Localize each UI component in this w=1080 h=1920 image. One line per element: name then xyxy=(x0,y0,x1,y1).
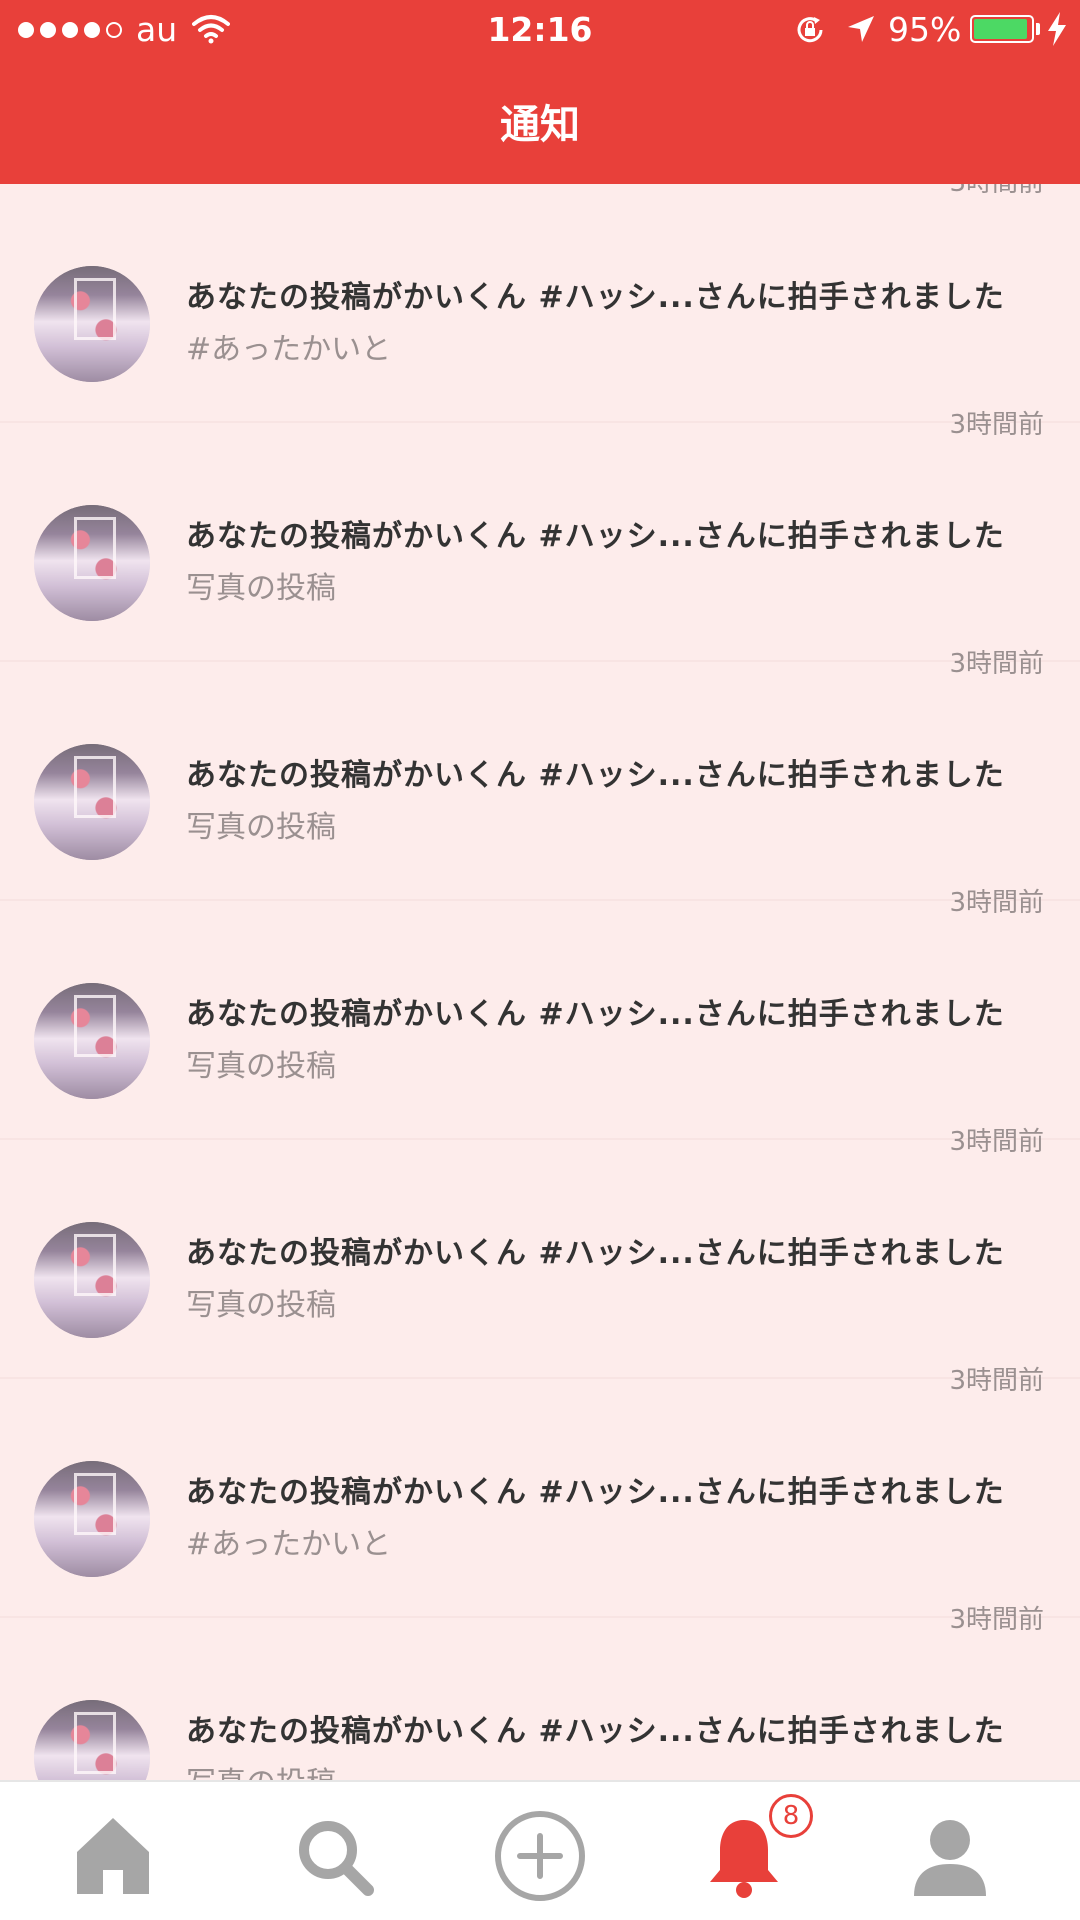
avatar[interactable] xyxy=(34,505,150,621)
avatar[interactable] xyxy=(34,1461,150,1577)
battery-icon xyxy=(970,15,1034,43)
avatar[interactable] xyxy=(34,1700,150,1780)
battery-cap xyxy=(1036,23,1040,35)
notification-subtitle: #あったかいと xyxy=(186,1527,392,1562)
status-bar: au 12:16 95% xyxy=(0,0,1080,60)
tab-home[interactable] xyxy=(63,1806,163,1906)
battery-percent: 95% xyxy=(888,10,962,49)
header-bar: au 12:16 95% 通知 xyxy=(0,0,1080,184)
notification-item[interactable]: あなたの投稿がかいくん #ハッシ...さんに拍手されました 写真の投稿 3時間前 xyxy=(0,1140,1080,1396)
notification-subtitle: 写真の投稿 xyxy=(186,1288,336,1323)
tab-post[interactable] xyxy=(490,1806,590,1906)
charging-bolt-icon xyxy=(1048,12,1066,46)
notification-item[interactable]: あなたの投稿がかいくん #ハッシ...さんに拍手されました 写真の投稿 3時間前 xyxy=(0,662,1080,918)
location-arrow-icon xyxy=(848,16,874,42)
search-icon xyxy=(299,1821,374,1896)
notification-item[interactable]: あなたの投稿がかいくん #ハッシ...さんに拍手されました #あったかいと 3時… xyxy=(0,184,1080,440)
notification-title: あなたの投稿がかいくん #ハッシ...さんに拍手されました xyxy=(186,758,1005,793)
notifications-screen: au 12:16 95% 通知 あなたの投稿がかいくん #ハッシ...さんに拍手… xyxy=(0,0,1080,1920)
notification-title: あなたの投稿がかいくん #ハッシ...さんに拍手されました xyxy=(186,280,1005,315)
avatar[interactable] xyxy=(34,744,150,860)
plus-circle-icon xyxy=(495,1811,585,1901)
notification-title: あなたの投稿がかいくん #ハッシ...さんに拍手されました xyxy=(186,1714,1005,1749)
notification-item[interactable]: あなたの投稿がかいくん #ハッシ...さんに拍手されました #あったかいと 3時… xyxy=(0,1379,1080,1635)
notification-title: あなたの投稿がかいくん #ハッシ...さんに拍手されました xyxy=(186,1475,1005,1510)
notification-title: あなたの投稿がかいくん #ハッシ...さんに拍手されました xyxy=(186,1236,1005,1271)
notification-subtitle: #あったかいと xyxy=(186,332,392,367)
notification-subtitle: 写真の投稿 xyxy=(186,810,336,845)
notification-title: あなたの投稿がかいくん #ハッシ...さんに拍手されました xyxy=(186,997,1005,1032)
notification-title: あなたの投稿がかいくん #ハッシ...さんに拍手されました xyxy=(186,519,1005,554)
page-title: 通知 xyxy=(500,102,580,148)
tab-search[interactable] xyxy=(284,1806,384,1906)
notification-badge: 8 xyxy=(769,1794,813,1838)
avatar[interactable] xyxy=(34,1222,150,1338)
notification-item[interactable]: あなたの投稿がかいくん #ハッシ...さんに拍手されました 写真の投稿 3時間前 xyxy=(0,423,1080,679)
notification-list[interactable]: 3時間前 あなたの投稿がかいくん #ハッシ...さんに拍手されました #あったか… xyxy=(0,184,1080,1780)
notification-subtitle: 写真の投稿 xyxy=(186,571,336,606)
tab-profile[interactable] xyxy=(900,1806,1000,1906)
rotation-lock-icon xyxy=(797,17,823,43)
notification-subtitle: 写真の投稿 xyxy=(186,1758,336,1780)
avatar[interactable] xyxy=(34,983,150,1099)
profile-icon xyxy=(914,1820,986,1896)
tab-bar: 8 xyxy=(0,1780,1080,1920)
avatar[interactable] xyxy=(34,266,150,382)
notification-item[interactable]: あなたの投稿がかいくん #ハッシ...さんに拍手されました 写真の投稿 xyxy=(0,1618,1080,1780)
notification-item[interactable]: あなたの投稿がかいくん #ハッシ...さんに拍手されました 写真の投稿 3時間前 xyxy=(0,901,1080,1157)
notification-subtitle: 写真の投稿 xyxy=(186,1049,336,1084)
home-icon xyxy=(77,1818,149,1894)
